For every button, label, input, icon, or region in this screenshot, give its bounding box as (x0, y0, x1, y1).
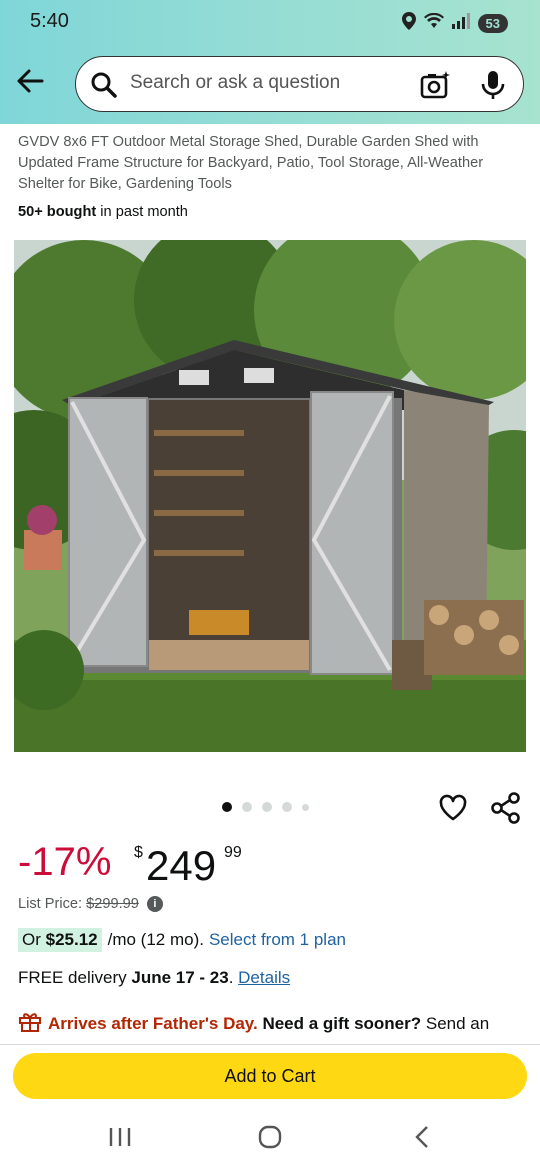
heart-icon[interactable] (438, 793, 468, 823)
carousel-dot[interactable] (262, 802, 272, 812)
list-price: List Price: $299.99 i (18, 896, 163, 913)
home-icon[interactable] (258, 1125, 282, 1149)
signal-icon (451, 13, 470, 34)
monthly-amount: $25.12 (45, 930, 98, 949)
select-plan-link[interactable]: Select from 1 plan (209, 930, 346, 950)
delivery-info: FREE delivery June 17 - 23. Details (18, 968, 290, 988)
add-to-cart-button[interactable]: Add to Cart (13, 1053, 527, 1099)
price-fraction: 99 (224, 844, 242, 861)
back-nav-icon[interactable] (412, 1125, 432, 1149)
delivery-separator: . (228, 968, 239, 987)
monthly-suffix: /mo (12 mo). (107, 930, 204, 949)
search-icon (90, 71, 118, 99)
carousel-dot[interactable] (282, 802, 292, 812)
delivery-dates: June 17 - 23 (131, 968, 229, 987)
list-price-label: List Price: (18, 896, 87, 912)
product-image[interactable] (14, 240, 526, 752)
price-symbol: $ (134, 844, 143, 861)
share-icon[interactable] (490, 792, 522, 824)
carousel-indicator[interactable] (222, 802, 309, 812)
status-time: 5:40 (30, 10, 69, 32)
app-header: 5:40 53 (0, 0, 540, 124)
delivery-prefix: FREE delivery (18, 968, 132, 987)
divider (0, 1044, 540, 1045)
monthly-prefix: Or (22, 930, 46, 949)
monthly-payment: Or $25.12 /mo (12 mo). Select from 1 pla… (18, 928, 346, 952)
back-button[interactable] (14, 64, 48, 98)
bought-count: 50+ bought in past month (18, 204, 188, 220)
delivery-details-link[interactable]: Details (238, 968, 290, 987)
info-icon[interactable]: i (146, 896, 163, 913)
gift-message: Arrives after Father's Day. Need a gift … (18, 1009, 528, 1043)
system-nav-bar (0, 1108, 540, 1170)
monthly-badge: Or $25.12 (18, 928, 102, 952)
microphone-icon[interactable] (479, 69, 507, 101)
bought-count-suffix: in past month (96, 204, 188, 220)
arrow-left-icon (17, 69, 44, 93)
search-bar[interactable] (75, 56, 524, 112)
gift-icon (18, 1009, 42, 1033)
carousel-dot[interactable] (302, 803, 309, 811)
carousel-dot[interactable] (242, 802, 252, 812)
wifi-icon (423, 12, 444, 34)
gift-question: Need a gift sooner? (257, 1014, 422, 1033)
bought-count-value: 50+ bought (18, 204, 97, 220)
product-title[interactable]: GVDV 8x6 FT Outdoor Metal Storage Shed, … (18, 132, 528, 195)
status-icons: 53 (401, 12, 508, 35)
list-price-value: $299.99 (86, 896, 139, 912)
price-whole: 249 (146, 842, 217, 889)
carousel-dot[interactable] (222, 802, 232, 812)
battery-indicator: 53 (477, 14, 508, 33)
gift-arrives: Arrives after Father's Day. (48, 1014, 258, 1033)
discount-percent: -17% (18, 840, 112, 884)
camera-search-icon[interactable] (419, 69, 451, 101)
recents-icon[interactable] (108, 1126, 132, 1148)
location-icon (401, 12, 416, 35)
search-input[interactable] (130, 72, 400, 94)
